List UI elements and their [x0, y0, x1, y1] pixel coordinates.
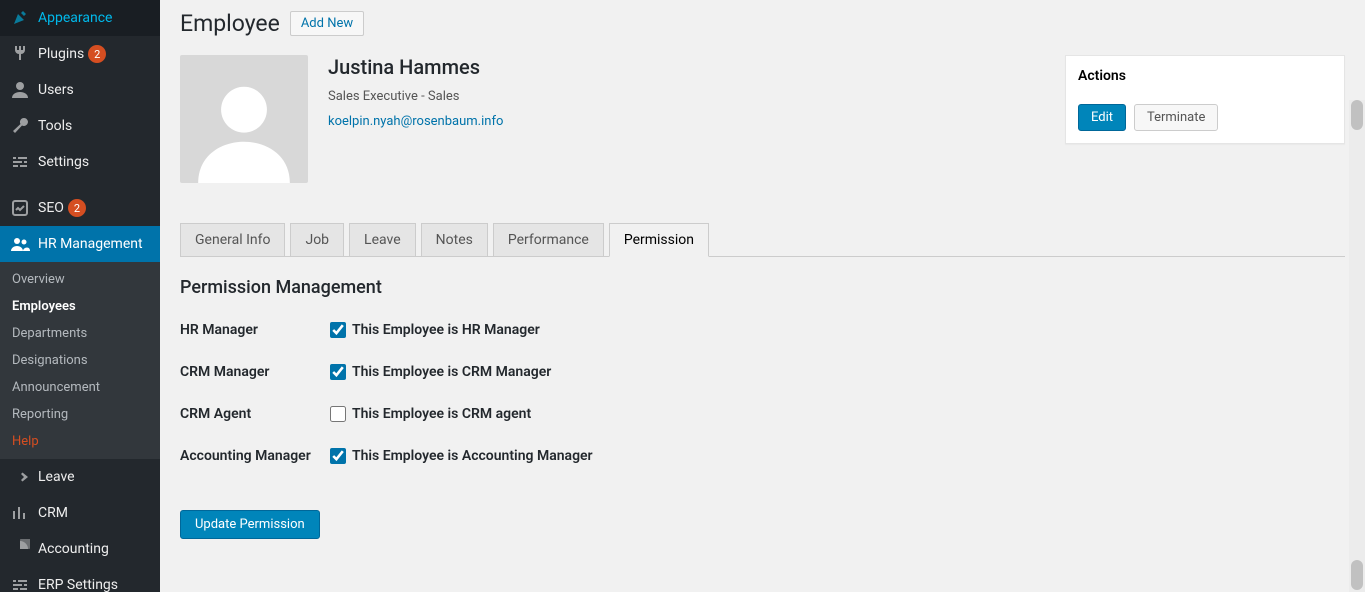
profile-area: Justina Hammes Sales Executive - Sales k…	[180, 55, 1045, 183]
badge: 2	[88, 45, 106, 63]
settings-icon	[10, 575, 30, 592]
submenu-designations[interactable]: Designations	[0, 347, 160, 374]
permission-section-title: Permission Management	[180, 277, 1345, 298]
plug-icon	[10, 44, 30, 64]
sidebar-item-seo[interactable]: SEO 2	[0, 190, 160, 226]
perm-check[interactable]: This Employee is Accounting Manager	[330, 448, 593, 464]
perm-text: This Employee is CRM Manager	[352, 364, 551, 380]
tab-notes[interactable]: Notes	[421, 223, 488, 257]
tab-general-info[interactable]: General Info	[180, 223, 285, 257]
permission-row-crm-manager: CRM Manager This Employee is CRM Manager	[180, 364, 1345, 380]
chart-bar-icon	[10, 503, 30, 523]
page-header: Employee Add New	[180, 10, 1345, 37]
sidebar-item-users[interactable]: Users	[0, 72, 160, 108]
sidebar-label: Users	[38, 82, 74, 98]
perm-text: This Employee is HR Manager	[352, 322, 540, 338]
sidebar-label: Settings	[38, 154, 89, 170]
sidebar-item-hr-management[interactable]: HR Management	[0, 226, 160, 262]
actions-title: Actions	[1078, 68, 1332, 92]
tab-job[interactable]: Job	[290, 223, 344, 257]
terminate-button[interactable]: Terminate	[1134, 104, 1218, 131]
perm-checkbox-crm-agent[interactable]	[330, 406, 346, 422]
main-content: Employee Add New Justina Hammes Sales Ex…	[160, 0, 1365, 592]
sidebar-label: Leave	[38, 469, 75, 485]
employee-email[interactable]: koelpin.nyah@rosenbaum.info	[328, 114, 503, 129]
sidebar-label: Plugins	[38, 46, 84, 62]
wrench-icon	[10, 116, 30, 136]
submenu-departments[interactable]: Departments	[0, 320, 160, 347]
sidebar-item-settings[interactable]: Settings	[0, 144, 160, 180]
perm-label: HR Manager	[180, 322, 330, 338]
sidebar-item-erp-settings[interactable]: ERP Settings	[0, 567, 160, 592]
sliders-icon	[10, 152, 30, 172]
user-icon	[10, 80, 30, 100]
scroll-down-indicator[interactable]	[1351, 560, 1363, 590]
sidebar-item-crm[interactable]: CRM	[0, 495, 160, 531]
tab-leave[interactable]: Leave	[349, 223, 416, 257]
tab-performance[interactable]: Performance	[493, 223, 604, 257]
perm-check[interactable]: This Employee is HR Manager	[330, 322, 540, 338]
perm-label: CRM Agent	[180, 406, 330, 422]
perm-text: This Employee is CRM agent	[352, 406, 531, 422]
sidebar-label: ERP Settings	[38, 577, 118, 592]
profile-info: Justina Hammes Sales Executive - Sales k…	[328, 55, 503, 183]
admin-sidebar: Appearance Plugins 2 Users Tools Setting…	[0, 0, 160, 592]
sidebar-label: HR Management	[38, 236, 143, 252]
pie-chart-icon	[10, 539, 30, 559]
sidebar-item-appearance[interactable]: Appearance	[0, 0, 160, 36]
scroll-up-indicator[interactable]	[1351, 100, 1363, 130]
perm-label: Accounting Manager	[180, 448, 330, 464]
sidebar-label: Appearance	[38, 10, 112, 26]
sidebar-label: CRM	[38, 505, 68, 521]
permission-row-crm-agent: CRM Agent This Employee is CRM agent	[180, 406, 1345, 422]
sidebar-item-accounting[interactable]: Accounting	[0, 531, 160, 567]
submenu-announcement[interactable]: Announcement	[0, 374, 160, 401]
submenu-employees[interactable]: Employees	[0, 293, 160, 320]
sidebar-label: Accounting	[38, 541, 109, 557]
page-title: Employee	[180, 10, 280, 37]
tab-permission[interactable]: Permission	[609, 223, 709, 257]
badge: 2	[68, 199, 86, 217]
add-new-button[interactable]: Add New	[290, 11, 364, 36]
sidebar-item-tools[interactable]: Tools	[0, 108, 160, 144]
page-scrollbar[interactable]	[1349, 100, 1365, 592]
brush-icon	[10, 8, 30, 28]
users-icon	[10, 234, 30, 254]
actions-panel: Actions Edit Terminate	[1065, 55, 1345, 144]
submenu-reporting[interactable]: Reporting	[0, 401, 160, 428]
sidebar-label: SEO	[38, 200, 64, 216]
hr-submenu: Overview Employees Departments Designati…	[0, 262, 160, 459]
permission-row-accounting-manager: Accounting Manager This Employee is Acco…	[180, 448, 1345, 464]
update-permission-button[interactable]: Update Permission	[180, 510, 320, 539]
employee-role: Sales Executive - Sales	[328, 89, 503, 104]
seo-icon	[10, 198, 30, 218]
permission-row-hr-manager: HR Manager This Employee is HR Manager	[180, 322, 1345, 338]
employee-name: Justina Hammes	[328, 55, 503, 79]
perm-check[interactable]: This Employee is CRM Manager	[330, 364, 551, 380]
perm-label: CRM Manager	[180, 364, 330, 380]
employee-tabs: General Info Job Leave Notes Performance…	[180, 223, 1345, 257]
sidebar-item-plugins[interactable]: Plugins 2	[0, 36, 160, 72]
perm-checkbox-crm-manager[interactable]	[330, 364, 346, 380]
arrow-right-icon	[10, 467, 30, 487]
submenu-help[interactable]: Help	[0, 428, 160, 455]
perm-text: This Employee is Accounting Manager	[352, 448, 593, 464]
sidebar-label: Tools	[38, 118, 72, 134]
profile-section: Justina Hammes Sales Executive - Sales k…	[180, 55, 1345, 183]
perm-check[interactable]: This Employee is CRM agent	[330, 406, 531, 422]
submenu-overview[interactable]: Overview	[0, 266, 160, 293]
edit-button[interactable]: Edit	[1078, 104, 1126, 131]
perm-checkbox-hr-manager[interactable]	[330, 322, 346, 338]
avatar	[180, 55, 308, 183]
perm-checkbox-accounting-manager[interactable]	[330, 448, 346, 464]
sidebar-item-leave[interactable]: Leave	[0, 459, 160, 495]
avatar-placeholder-icon	[189, 73, 299, 183]
